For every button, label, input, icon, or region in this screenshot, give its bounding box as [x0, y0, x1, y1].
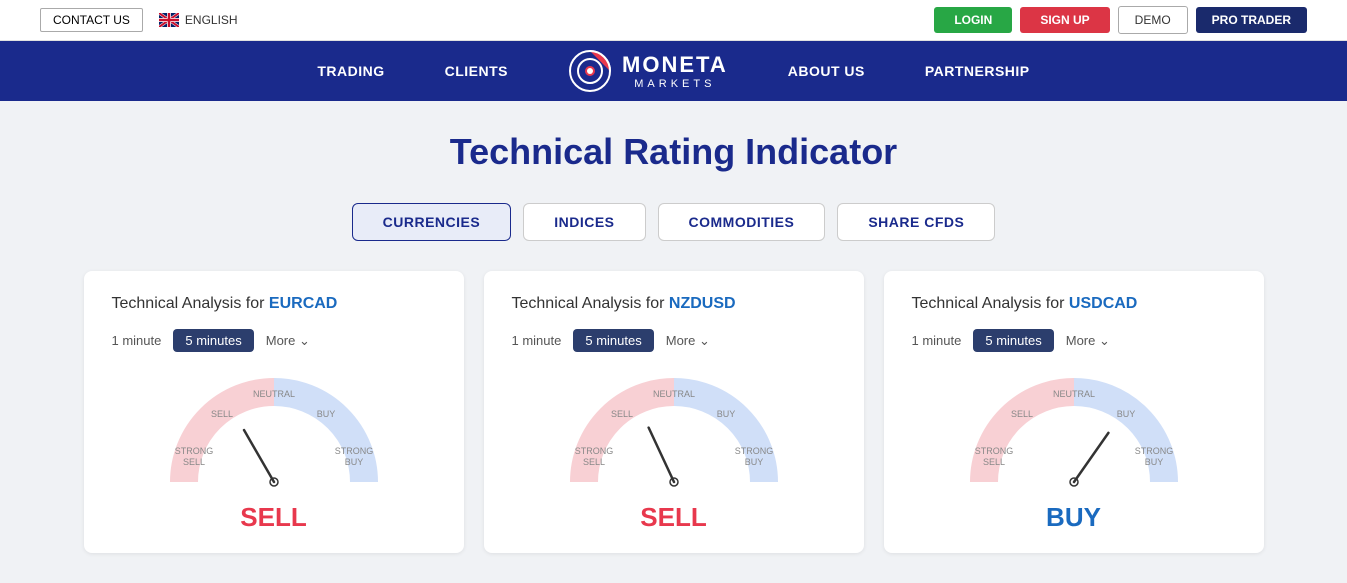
top-bar: CONTACT US ENGLISH LOGIN SIGN UP DEMO PR… [0, 0, 1347, 41]
navbar: TRADING CLIENTS MONETA MARKETS ABOUT US … [0, 41, 1347, 101]
nav-clients[interactable]: CLIENTS [445, 63, 508, 79]
tab-share-cfds[interactable]: SHARE CFDS [837, 203, 995, 241]
tab-currencies[interactable]: CURRENCIES [352, 203, 512, 241]
card-title: Technical Analysis for NZDUSD [512, 295, 836, 313]
svg-text:STRONG: STRONG [734, 446, 773, 456]
svg-text:STRONG: STRONG [974, 446, 1013, 456]
analysis-card-usdcad: Technical Analysis for USDCAD 1 minute 5… [884, 271, 1264, 553]
time-1m[interactable]: 1 minute [112, 333, 162, 348]
logo: MONETA MARKETS [568, 49, 728, 93]
time-selector: 1 minute 5 minutes More ⌄ [512, 329, 836, 352]
page-title: Technical Rating Indicator [20, 131, 1327, 173]
top-bar-right: LOGIN SIGN UP DEMO PRO TRADER [934, 6, 1307, 34]
nav-links: TRADING CLIENTS [317, 63, 508, 79]
svg-text:BUY: BUY [1144, 457, 1163, 467]
svg-text:BUY: BUY [716, 409, 735, 419]
svg-text:SELL: SELL [1010, 409, 1032, 419]
svg-text:BUY: BUY [744, 457, 763, 467]
nav-links-right: ABOUT US PARTNERSHIP [788, 63, 1030, 79]
gauge-svg: STRONG SELL SELL NEUTRAL BUY STRONG BUY [564, 372, 784, 492]
svg-text:STRONG: STRONG [334, 446, 373, 456]
gauge-svg: STRONG SELL SELL NEUTRAL BUY STRONG BUY [964, 372, 1184, 492]
gauge-result: SELL [512, 502, 836, 533]
more-dropdown[interactable]: More ⌄ [666, 333, 710, 349]
time-5m-button[interactable]: 5 minutes [573, 329, 653, 352]
time-5m-button[interactable]: 5 minutes [173, 329, 253, 352]
more-dropdown[interactable]: More ⌄ [1066, 333, 1110, 349]
gauge-svg: STRONG SELL SELL NEUTRAL BUY STRONG BUY [164, 372, 384, 492]
svg-text:SELL: SELL [182, 457, 204, 467]
logo-text: MONETA MARKETS [622, 52, 728, 90]
svg-text:BUY: BUY [1116, 409, 1135, 419]
time-1m[interactable]: 1 minute [512, 333, 562, 348]
svg-text:SELL: SELL [210, 409, 232, 419]
pair-label: USDCAD [1069, 295, 1137, 312]
brand-sub: MARKETS [622, 78, 728, 90]
svg-text:BUY: BUY [344, 457, 363, 467]
gauge-result: BUY [912, 502, 1236, 533]
pro-trader-button[interactable]: PRO TRADER [1196, 7, 1307, 33]
brand-name: MONETA [622, 52, 728, 78]
analysis-card-nzdusd: Technical Analysis for NZDUSD 1 minute 5… [484, 271, 864, 553]
gauge: STRONG SELL SELL NEUTRAL BUY STRONG BUY [112, 372, 436, 492]
svg-text:BUY: BUY [316, 409, 335, 419]
time-5m-button[interactable]: 5 minutes [973, 329, 1053, 352]
cards-row: Technical Analysis for EURCAD 1 minute 5… [0, 261, 1347, 583]
top-bar-left: CONTACT US ENGLISH [40, 8, 238, 32]
gauge: STRONG SELL SELL NEUTRAL BUY STRONG BUY [512, 372, 836, 492]
svg-text:SELL: SELL [610, 409, 632, 419]
svg-text:STRONG: STRONG [1134, 446, 1173, 456]
time-selector: 1 minute 5 minutes More ⌄ [112, 329, 436, 352]
svg-text:NEUTRAL: NEUTRAL [1052, 389, 1094, 399]
nav-partnership[interactable]: PARTNERSHIP [925, 63, 1030, 79]
tab-commodities[interactable]: COMMODITIES [658, 203, 826, 241]
time-selector: 1 minute 5 minutes More ⌄ [912, 329, 1236, 352]
login-button[interactable]: LOGIN [934, 7, 1012, 33]
pair-label: EURCAD [269, 295, 337, 312]
svg-text:STRONG: STRONG [174, 446, 213, 456]
tab-indices[interactable]: INDICES [523, 203, 645, 241]
card-title: Technical Analysis for USDCAD [912, 295, 1236, 313]
signup-button[interactable]: SIGN UP [1020, 7, 1109, 33]
language-selector[interactable]: ENGLISH [159, 13, 238, 27]
svg-text:SELL: SELL [582, 457, 604, 467]
svg-text:NEUTRAL: NEUTRAL [252, 389, 294, 399]
flag-icon [159, 13, 179, 27]
nav-trading[interactable]: TRADING [317, 63, 384, 79]
more-dropdown[interactable]: More ⌄ [266, 333, 310, 349]
card-title: Technical Analysis for EURCAD [112, 295, 436, 313]
logo-icon [568, 49, 612, 93]
gauge: STRONG SELL SELL NEUTRAL BUY STRONG BUY [912, 372, 1236, 492]
contact-button[interactable]: CONTACT US [40, 8, 143, 32]
page-title-section: Technical Rating Indicator [0, 101, 1347, 193]
demo-button[interactable]: DEMO [1118, 6, 1188, 34]
pair-label: NZDUSD [669, 295, 736, 312]
time-1m[interactable]: 1 minute [912, 333, 962, 348]
lang-label: ENGLISH [185, 13, 238, 27]
svg-text:STRONG: STRONG [574, 446, 613, 456]
svg-text:NEUTRAL: NEUTRAL [652, 389, 694, 399]
gauge-result: SELL [112, 502, 436, 533]
tabs-row: CURRENCIES INDICES COMMODITIES SHARE CFD… [0, 193, 1347, 261]
analysis-card-eurcad: Technical Analysis for EURCAD 1 minute 5… [84, 271, 464, 553]
nav-about[interactable]: ABOUT US [788, 63, 865, 79]
svg-text:SELL: SELL [982, 457, 1004, 467]
